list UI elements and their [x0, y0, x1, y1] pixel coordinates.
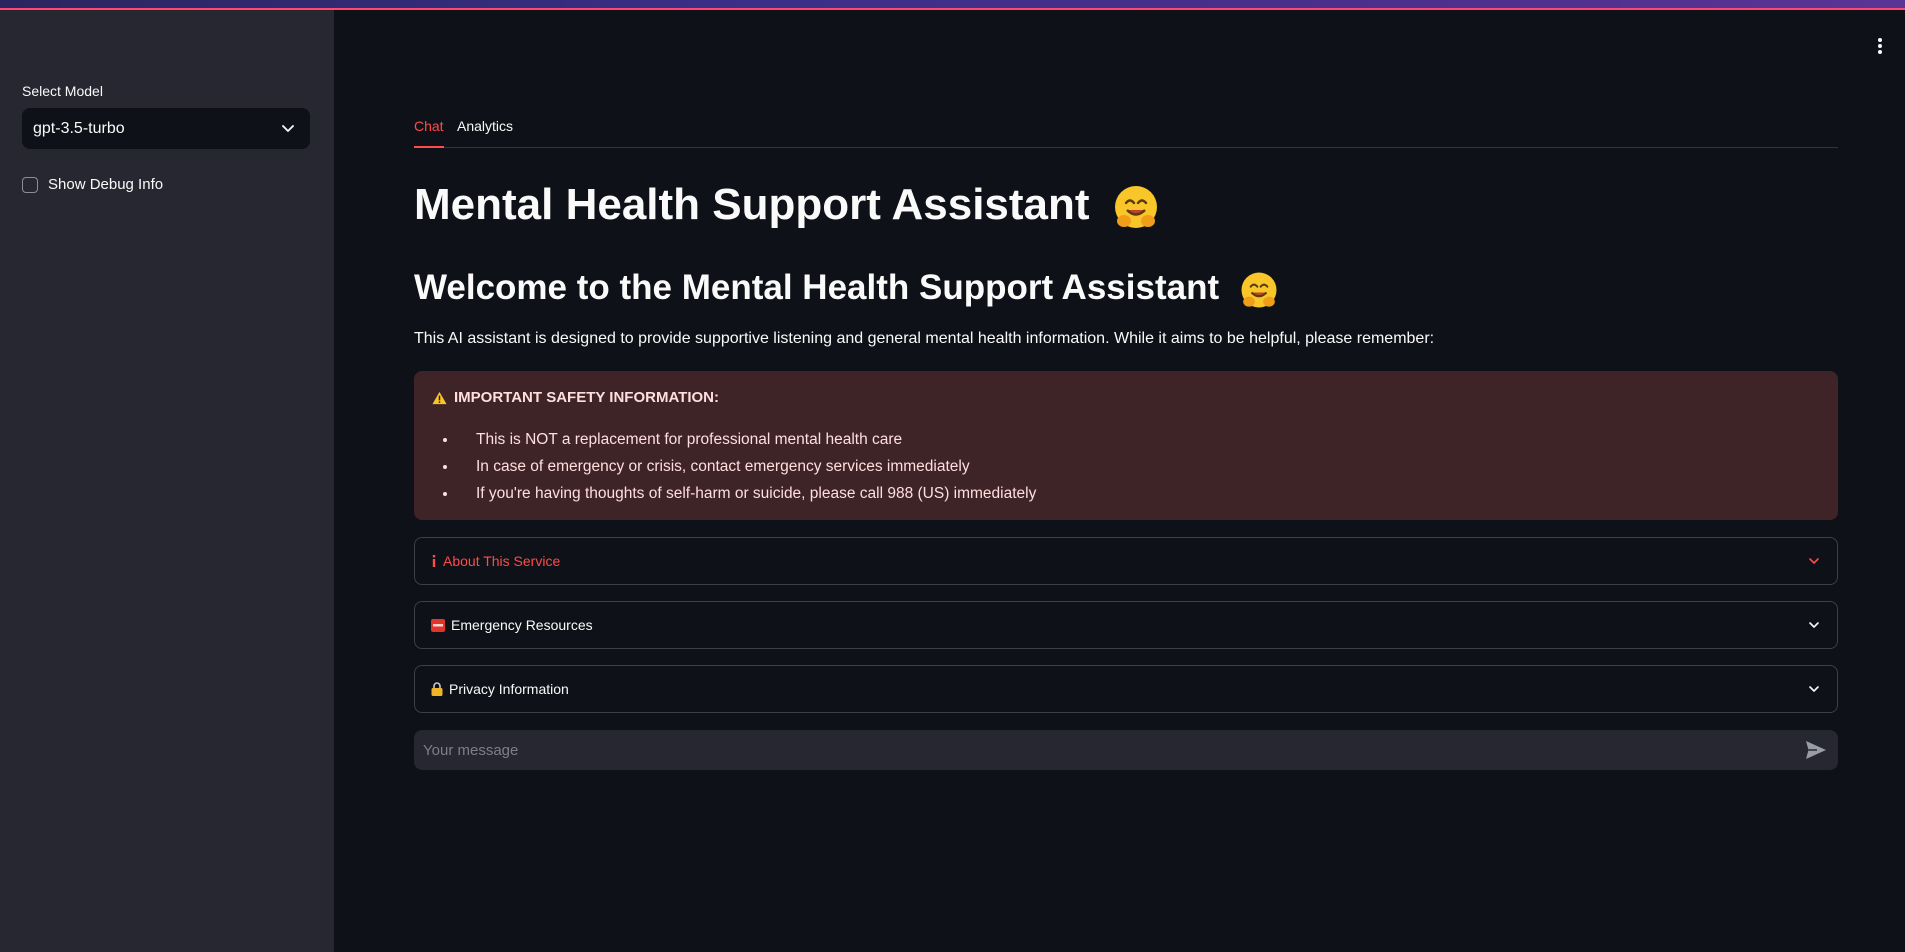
welcome-heading-text: Welcome to the Mental Health Support Ass… — [414, 268, 1220, 307]
debug-checkbox-label: Show Debug Info — [48, 176, 164, 193]
chat-input[interactable] — [414, 730, 1838, 770]
sos-icon — [431, 618, 445, 632]
hugging-face-icon — [1114, 186, 1157, 229]
intro-text: This AI assistant is designed to provide… — [414, 330, 1435, 347]
page-title-text: Mental Health Support Assistant — [414, 180, 1090, 229]
chevron-down-icon — [1809, 558, 1819, 564]
tab-bar: Chat Analytics — [414, 115, 1838, 148]
expander-privacy[interactable]: Privacy Information — [414, 665, 1838, 713]
model-select[interactable]: gpt-3.5-turbo — [22, 108, 310, 149]
app-top-decoration — [0, 0, 1905, 10]
warning-icon — [432, 391, 447, 404]
main-menu-icon[interactable] — [1870, 34, 1890, 58]
alert-item: This is NOT a replacement for profession… — [458, 426, 1820, 453]
chevron-down-icon — [1809, 622, 1819, 628]
model-select-value: gpt-3.5-turbo — [33, 119, 125, 137]
page-title: Mental Health Support Assistant — [414, 180, 1160, 231]
tab-chat[interactable]: Chat — [414, 118, 444, 148]
safety-alert: IMPORTANT SAFETY INFORMATION: This is NO… — [414, 371, 1838, 520]
debug-checkbox[interactable] — [22, 176, 38, 193]
alert-item: In case of emergency or crisis, contact … — [458, 453, 1820, 480]
alert-title: IMPORTANT SAFETY INFORMATION: — [432, 389, 1820, 406]
welcome-heading: Welcome to the Mental Health Support Ass… — [414, 268, 1279, 310]
alert-item: If you're having thoughts of self-harm o… — [458, 480, 1820, 507]
expander-about[interactable]: About This Service — [414, 537, 1838, 585]
alert-list: This is NOT a replacement for profession… — [432, 426, 1820, 507]
chevron-down-icon — [282, 125, 294, 132]
expander-emergency[interactable]: Emergency Resources — [414, 601, 1838, 649]
debug-checkbox-row[interactable]: Show Debug Info — [22, 176, 163, 193]
info-icon — [431, 555, 437, 567]
sidebar — [0, 10, 334, 952]
expander-about-label: About This Service — [443, 553, 561, 569]
send-icon[interactable] — [1805, 740, 1827, 760]
alert-title-text: IMPORTANT SAFETY INFORMATION: — [454, 389, 719, 406]
chevron-down-icon — [1809, 686, 1819, 692]
lock-icon — [431, 682, 443, 696]
expander-emergency-label: Emergency Resources — [451, 617, 593, 633]
hugging-face-icon — [1241, 272, 1277, 308]
tab-analytics[interactable]: Analytics — [457, 118, 513, 146]
expander-privacy-label: Privacy Information — [449, 681, 569, 697]
model-select-label: Select Model — [22, 83, 103, 99]
